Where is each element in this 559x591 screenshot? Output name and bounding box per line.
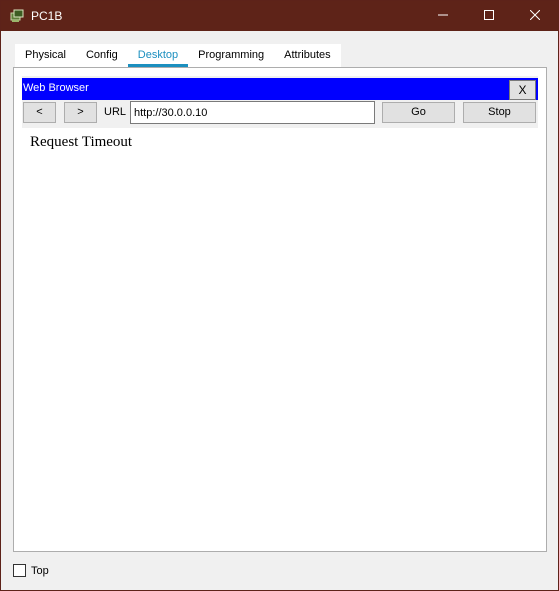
window-titlebar[interactable]: PC1B (1, 1, 558, 31)
minimize-button[interactable] (420, 1, 466, 31)
window-title: PC1B (31, 9, 63, 23)
packet-tracer-pc-icon (9, 8, 25, 24)
stop-button[interactable]: Stop (463, 102, 536, 123)
web-browser-titlebar: Web Browser X (22, 78, 538, 100)
tab-attributes[interactable]: Attributes (274, 44, 340, 67)
top-checkbox[interactable] (13, 564, 26, 577)
top-checkbox-label: Top (31, 565, 49, 577)
desktop-tab-content: Web Browser X < > URL Go Stop Request Ti… (13, 67, 547, 552)
minimize-icon (438, 10, 448, 23)
web-browser-title: Web Browser (23, 82, 89, 94)
web-browser-close-button[interactable]: X (509, 80, 536, 100)
go-button[interactable]: Go (382, 102, 455, 123)
tab-programming[interactable]: Programming (188, 44, 274, 67)
url-input[interactable] (130, 101, 375, 124)
close-icon (529, 9, 541, 23)
browser-page-view[interactable]: Request Timeout (22, 128, 538, 544)
tab-physical[interactable]: Physical (15, 44, 76, 67)
tab-config[interactable]: Config (76, 44, 128, 67)
web-browser-panel: Web Browser X < > URL Go Stop Request Ti… (22, 76, 538, 544)
url-label: URL (104, 106, 127, 118)
maximize-button[interactable] (466, 1, 512, 31)
pc1b-window: PC1B Physical Config Desktop Programming… (0, 0, 559, 591)
back-button[interactable]: < (23, 102, 56, 123)
forward-button[interactable]: > (64, 102, 97, 123)
close-window-button[interactable] (512, 1, 558, 31)
page-message: Request Timeout (30, 134, 133, 150)
device-tabs: Physical Config Desktop Programming Attr… (15, 44, 341, 67)
tab-desktop[interactable]: Desktop (127, 44, 189, 67)
maximize-icon (484, 9, 494, 23)
